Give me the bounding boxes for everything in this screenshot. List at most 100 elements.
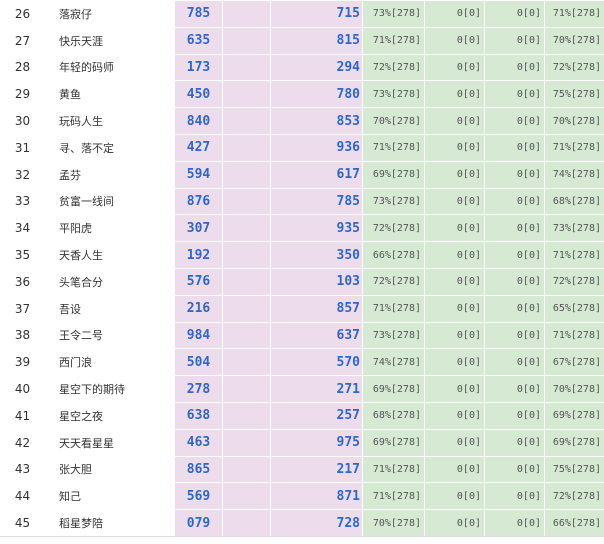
- rate-4-cell: 70%[278]: [544, 26, 604, 55]
- rate-2-cell: 0[0]: [424, 267, 485, 296]
- score-a-cell: 192: [174, 241, 223, 269]
- blank-cell: [222, 321, 271, 350]
- rate-3-cell: 0[0]: [484, 348, 545, 377]
- rate-1-cell: 72%[278]: [362, 53, 425, 82]
- rate-2-cell: 0[0]: [424, 80, 485, 109]
- score-b-cell: 728: [270, 509, 363, 537]
- rank-cell: 37: [0, 294, 45, 323]
- player-name-cell: 头笔合分: [48, 267, 175, 296]
- player-name-cell: 黄鱼: [48, 80, 175, 109]
- player-name-cell: 星空下的期待: [48, 375, 175, 403]
- rank-cell: 42: [0, 428, 45, 457]
- blank-cell: [222, 375, 271, 403]
- table-row: 37 吾设 216 857 71%[278] 0[0] 0[0] 65%[278]: [0, 294, 604, 323]
- rate-4-cell: 69%[278]: [544, 401, 604, 430]
- table-row: 26 落寂仔 785 715 73%[278] 0[0] 0[0] 71%[278]: [0, 0, 604, 28]
- score-a-cell: 173: [174, 53, 223, 82]
- rate-4-cell: 75%[278]: [544, 80, 604, 109]
- player-name-cell: 张大胆: [48, 455, 175, 484]
- player-name-cell: 西门浪: [48, 348, 175, 377]
- player-name-cell: 星空之夜: [48, 401, 175, 430]
- blank-cell: [222, 80, 271, 109]
- rate-3-cell: 0[0]: [484, 401, 545, 430]
- rate-1-cell: 73%[278]: [362, 80, 425, 109]
- rate-4-cell: 71%[278]: [544, 133, 604, 162]
- rate-1-cell: 71%[278]: [362, 482, 425, 511]
- player-name-cell: 孟芬: [48, 160, 175, 189]
- rate-4-cell: 70%[278]: [544, 107, 604, 135]
- rank-cell: 41: [0, 401, 45, 430]
- table-row: 44 知己 569 871 71%[278] 0[0] 0[0] 72%[278]: [0, 482, 604, 511]
- blank-cell: [222, 241, 271, 269]
- ranking-table: 26 落寂仔 785 715 73%[278] 0[0] 0[0] 71%[278] 27 快乐天…: [0, 0, 604, 537]
- score-b-cell: 257: [270, 401, 363, 430]
- score-a-cell: 576: [174, 267, 223, 296]
- blank-cell: [222, 187, 271, 216]
- rate-1-cell: 69%[278]: [362, 428, 425, 457]
- rate-4-cell: 72%[278]: [544, 482, 604, 511]
- blank-cell: [222, 401, 271, 430]
- rate-4-cell: 68%[278]: [544, 187, 604, 216]
- score-a-cell: 569: [174, 482, 223, 511]
- rate-3-cell: 0[0]: [484, 26, 545, 55]
- table-row: 31 寻、落不定 427 936 71%[278] 0[0] 0[0] 71%[278]: [0, 133, 604, 162]
- player-name-cell: 快乐天涯: [48, 26, 175, 55]
- player-name-cell: 平阳虎: [48, 214, 175, 243]
- blank-cell: [222, 267, 271, 296]
- rate-2-cell: 0[0]: [424, 133, 485, 162]
- rate-4-cell: 72%[278]: [544, 53, 604, 82]
- score-b-cell: 715: [270, 0, 363, 28]
- rate-1-cell: 69%[278]: [362, 375, 425, 403]
- rate-4-cell: 67%[278]: [544, 348, 604, 377]
- blank-cell: [222, 428, 271, 457]
- rate-3-cell: 0[0]: [484, 53, 545, 82]
- rate-4-cell: 73%[278]: [544, 214, 604, 243]
- rate-2-cell: 0[0]: [424, 53, 485, 82]
- rate-2-cell: 0[0]: [424, 294, 485, 323]
- rate-2-cell: 0[0]: [424, 348, 485, 377]
- rank-cell: 35: [0, 241, 45, 269]
- table-row: 35 天香人生 192 350 66%[278] 0[0] 0[0] 71%[278]: [0, 241, 604, 269]
- rate-4-cell: 65%[278]: [544, 294, 604, 323]
- score-a-cell: 427: [174, 133, 223, 162]
- rate-2-cell: 0[0]: [424, 509, 485, 537]
- score-a-cell: 635: [174, 26, 223, 55]
- rate-4-cell: 69%[278]: [544, 428, 604, 457]
- blank-cell: [222, 482, 271, 511]
- rate-3-cell: 0[0]: [484, 267, 545, 296]
- rate-3-cell: 0[0]: [484, 321, 545, 350]
- player-name-cell: 天香人生: [48, 241, 175, 269]
- rate-3-cell: 0[0]: [484, 214, 545, 243]
- score-a-cell: 876: [174, 187, 223, 216]
- rank-cell: 40: [0, 375, 45, 403]
- score-a-cell: 840: [174, 107, 223, 135]
- blank-cell: [222, 26, 271, 55]
- ranking-table-container: 26 落寂仔 785 715 73%[278] 0[0] 0[0] 71%[278] 27 快乐天…: [0, 0, 604, 544]
- rate-1-cell: 71%[278]: [362, 26, 425, 55]
- rate-2-cell: 0[0]: [424, 455, 485, 484]
- score-b-cell: 975: [270, 428, 363, 457]
- rate-3-cell: 0[0]: [484, 107, 545, 135]
- player-name-cell: 年轻的码师: [48, 53, 175, 82]
- blank-cell: [222, 53, 271, 82]
- table-row: 42 天天看星星 463 975 69%[278] 0[0] 0[0] 69%[278]: [0, 428, 604, 457]
- blank-cell: [222, 455, 271, 484]
- table-row: 33 贫富一线间 876 785 73%[278] 0[0] 0[0] 68%[278]: [0, 187, 604, 216]
- rate-2-cell: 0[0]: [424, 401, 485, 430]
- rank-cell: 27: [0, 26, 45, 55]
- rate-1-cell: 73%[278]: [362, 0, 425, 28]
- rate-1-cell: 71%[278]: [362, 455, 425, 484]
- rate-3-cell: 0[0]: [484, 0, 545, 28]
- score-a-cell: 216: [174, 294, 223, 323]
- rank-cell: 29: [0, 80, 45, 109]
- table-row: 45 稻星梦陪 079 728 70%[278] 0[0] 0[0] 66%[278]: [0, 509, 604, 537]
- rank-cell: 34: [0, 214, 45, 243]
- score-a-cell: 785: [174, 0, 223, 28]
- rate-4-cell: 70%[278]: [544, 375, 604, 403]
- score-b-cell: 936: [270, 133, 363, 162]
- score-a-cell: 984: [174, 321, 223, 350]
- table-row: 29 黄鱼 450 780 73%[278] 0[0] 0[0] 75%[278]: [0, 80, 604, 109]
- table-row: 38 王令二号 984 637 73%[278] 0[0] 0[0] 71%[278]: [0, 321, 604, 350]
- rate-1-cell: 70%[278]: [362, 509, 425, 537]
- rate-3-cell: 0[0]: [484, 241, 545, 269]
